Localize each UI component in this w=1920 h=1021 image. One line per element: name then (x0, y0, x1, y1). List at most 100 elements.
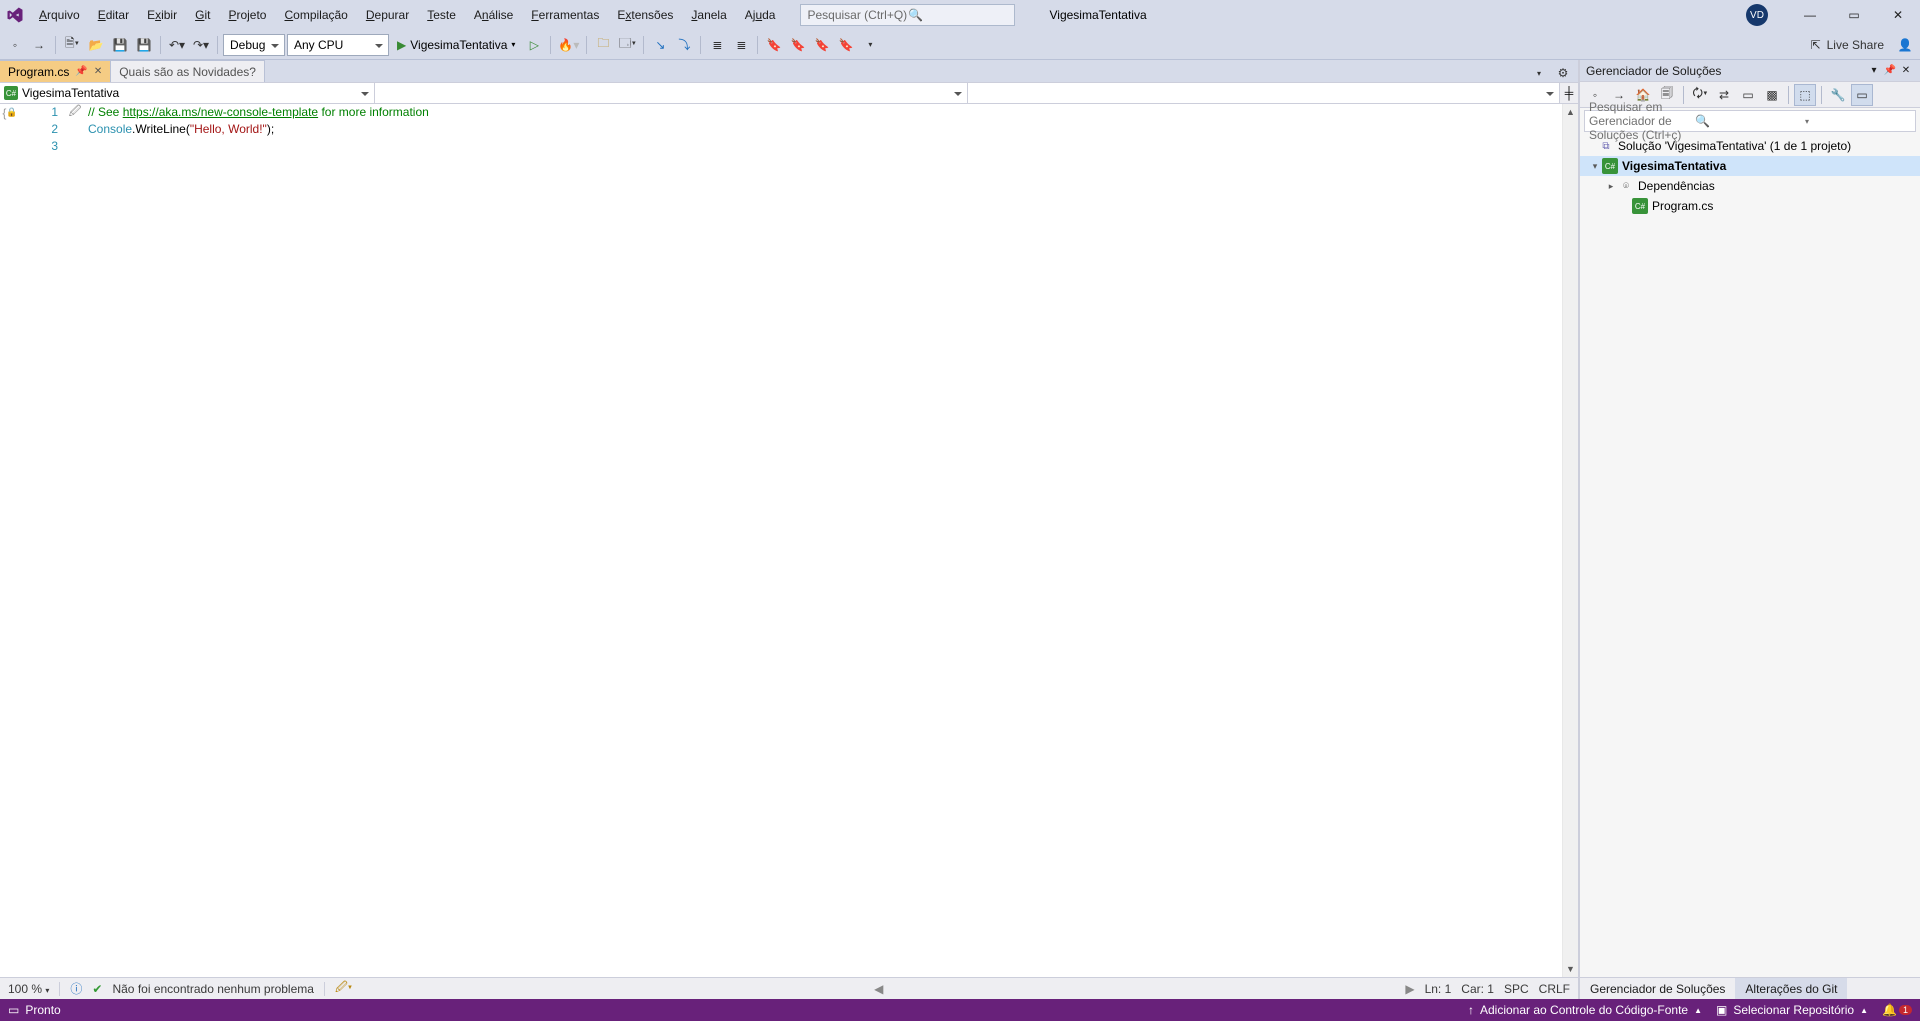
menu-compilacao[interactable]: Compilação (275, 0, 356, 30)
info-icon[interactable]: ⓘ (70, 980, 82, 997)
split-editor-button[interactable]: ╪ (1560, 82, 1578, 103)
toolbar-overflow-button[interactable]: ▾ (859, 34, 881, 56)
account-settings-button[interactable]: 👤 (1894, 34, 1916, 56)
menu-editar[interactable]: Editar (89, 0, 138, 30)
menu-arquivo[interactable]: Arquivo (30, 0, 89, 30)
browse-button[interactable]: 🗀 (592, 34, 614, 56)
se-properties-button[interactable]: 🔧 (1827, 84, 1849, 106)
se-show-all-button[interactable]: ▩ (1761, 84, 1783, 106)
tree-solution-node[interactable]: ⧉ Solução 'VigesimaTentativa' (1 de 1 pr… (1580, 136, 1920, 156)
tree-dependencies-node[interactable]: ▸ ⌾ Dependências (1580, 176, 1920, 196)
undo-button[interactable]: ↶▾ (166, 34, 188, 56)
panel-pin-icon[interactable]: 📌 (1882, 63, 1898, 79)
ok-check-icon: ✔ (92, 982, 102, 996)
nav-class-combo[interactable] (375, 82, 968, 103)
scroll-down-icon[interactable]: ▼ (1566, 961, 1575, 977)
main-toolbar: ◦ → 🗎▾ 📂 💾 💾 ↶▾ ↷▾ Debug Any CPU ▶ Viges… (0, 30, 1920, 60)
menu-teste[interactable]: Teste (418, 0, 465, 30)
add-source-control-button[interactable]: ↑ Adicionar ao Controle do Código-Fonte … (1468, 1003, 1702, 1017)
uncomment-button[interactable]: ≣ (730, 34, 752, 56)
pin-icon[interactable]: 📌 (75, 66, 87, 77)
close-icon[interactable]: ✕ (94, 66, 102, 77)
tab-program-cs[interactable]: Program.cs 📌 ✕ (0, 60, 111, 82)
expander-open-icon[interactable]: ▾ (1588, 161, 1602, 172)
menu-extensoes[interactable]: Extensões (608, 0, 682, 30)
redo-button[interactable]: ↷▾ (190, 34, 212, 56)
tab-dropdown-button[interactable]: ▾ (1528, 64, 1550, 82)
issues-label[interactable]: Não foi encontrado nenhum problema (112, 982, 313, 996)
tree-project-node[interactable]: ▾ C# VigesimaTentativa (1580, 156, 1920, 176)
nav-backward-button[interactable]: ◦ (4, 34, 26, 56)
window-maximize-button[interactable]: ▭ (1832, 0, 1876, 30)
lock-icon: 🔒 (6, 107, 17, 118)
open-file-button[interactable]: 📂 (85, 34, 107, 56)
menu-projeto[interactable]: Projeto (219, 0, 275, 30)
window-close-button[interactable]: ✕ (1876, 0, 1920, 30)
scroll-up-icon[interactable]: ▲ (1566, 104, 1575, 120)
indent-label[interactable]: SPC (1504, 982, 1529, 996)
panel-close-icon[interactable]: ✕ (1898, 63, 1914, 79)
tab-settings-button[interactable]: ⚙ (1552, 64, 1574, 82)
tab-whats-new[interactable]: Quais são as Novidades? (111, 60, 265, 82)
nav-project-combo[interactable]: C# VigesimaTentativa (0, 82, 375, 103)
panel-tab-git-changes[interactable]: Alterações do Git (1735, 978, 1847, 999)
start-debug-button[interactable]: ▶ VigesimaTentativa ▾ (391, 34, 521, 56)
select-repo-button[interactable]: ▣ Selecionar Repositório ▲ (1716, 1003, 1868, 1017)
bookmark-button[interactable]: 🔖 (763, 34, 785, 56)
solution-explorer-search[interactable]: Pesquisar em Gerenciador de Soluções (Ct… (1584, 110, 1916, 132)
scroll-right-icon[interactable]: ▶ (1405, 982, 1414, 996)
save-button[interactable]: 💾 (109, 34, 131, 56)
bookmark-clear-button[interactable]: 🔖 (835, 34, 857, 56)
screwdriver-icon[interactable]: 🖉 (66, 104, 84, 121)
panel-menu-icon[interactable]: ▾ (1866, 63, 1882, 79)
global-search-input[interactable]: Pesquisar (Ctrl+Q) 🔍 (800, 4, 1015, 26)
menu-analise[interactable]: Análise (465, 0, 522, 30)
hot-reload-button[interactable]: 🔥▾ (556, 34, 581, 56)
lightbulb-icon[interactable]: 🖉▾ (335, 978, 352, 999)
bookmark-prev-button[interactable]: 🔖 (787, 34, 809, 56)
notifications-button[interactable]: 🔔 1 (1882, 1003, 1912, 1017)
se-preview-toggle[interactable]: ⬚ (1794, 84, 1816, 106)
live-share-button[interactable]: ⇱ Live Share (1803, 38, 1892, 52)
expander-closed-icon[interactable]: ▸ (1604, 181, 1618, 192)
panel-tab-solution-explorer[interactable]: Gerenciador de Soluções (1580, 978, 1735, 999)
solution-explorer-header[interactable]: Gerenciador de Soluções ▾ 📌 ✕ (1580, 60, 1920, 82)
step-over-icon[interactable]: ⤵ (673, 34, 695, 56)
bookmark-next-button[interactable]: 🔖 (811, 34, 833, 56)
code-editor[interactable]: {🔒 1 2 3 🖉 // See https://aka.ms/new-con… (0, 104, 1578, 977)
menu-git[interactable]: Git (186, 0, 219, 30)
vs-logo-icon (0, 6, 30, 24)
se-preview-selected-toggle[interactable]: ▭ (1851, 84, 1873, 106)
play-icon: ▶ (397, 38, 406, 52)
comment-button[interactable]: ≣ (706, 34, 728, 56)
solution-tree[interactable]: ⧉ Solução 'VigesimaTentativa' (1 de 1 pr… (1580, 134, 1920, 977)
configuration-combo[interactable]: Debug (223, 34, 285, 56)
se-collapse-button[interactable]: ▭ (1737, 84, 1759, 106)
platform-combo[interactable]: Any CPU (287, 34, 389, 56)
zoom-combo[interactable]: 100 % ▾ (8, 982, 49, 996)
se-sync-button[interactable]: ⇄ (1713, 84, 1735, 106)
find-in-files-button[interactable]: 🗔▾ (616, 34, 638, 56)
code-text[interactable]: // See https://aka.ms/new-console-templa… (84, 104, 1562, 977)
menu-janela[interactable]: Janela (682, 0, 735, 30)
panel-tab-strip: Gerenciador de Soluções Alterações do Gi… (1580, 977, 1920, 999)
nav-forward-button[interactable]: → (28, 34, 50, 56)
window-minimize-button[interactable]: — (1788, 0, 1832, 30)
tree-file-node[interactable]: C# Program.cs (1580, 196, 1920, 216)
menu-exibir[interactable]: Exibir (138, 0, 186, 30)
menu-ferramentas[interactable]: Ferramentas (522, 0, 608, 30)
vertical-scrollbar[interactable]: ▲ ▼ (1562, 104, 1578, 977)
csharp-project-icon: C# (1602, 158, 1618, 174)
nav-member-combo[interactable] (968, 82, 1561, 103)
step-into-icon[interactable]: ↘ (649, 34, 671, 56)
menu-depurar[interactable]: Depurar (357, 0, 418, 30)
user-avatar[interactable]: VD (1746, 4, 1768, 26)
status-ready: ▭ Pronto (8, 1003, 61, 1017)
new-project-button[interactable]: 🗎▾ (61, 34, 83, 56)
scroll-left-icon[interactable]: ◀ (874, 982, 883, 996)
menu-ajuda[interactable]: Ajuda (736, 0, 785, 30)
solution-name-label: VigesimaTentativa (1039, 8, 1156, 22)
save-all-button[interactable]: 💾 (133, 34, 155, 56)
eol-label[interactable]: CRLF (1539, 982, 1570, 996)
start-without-debug-button[interactable]: ▷ (523, 34, 545, 56)
